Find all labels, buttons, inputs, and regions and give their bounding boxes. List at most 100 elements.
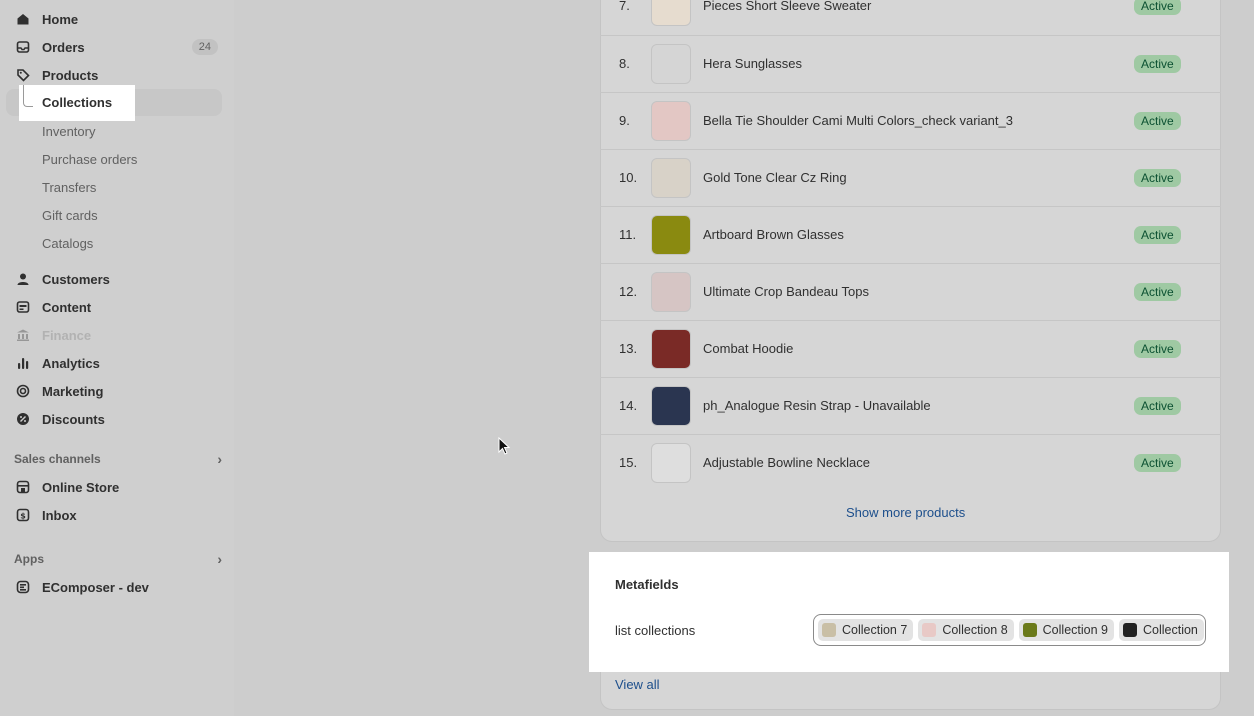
status-badge: Active (1134, 340, 1181, 358)
orders-count-badge: 24 (191, 39, 218, 55)
product-thumbnail (651, 158, 691, 198)
nav-catalogs[interactable]: Catalogs (42, 236, 93, 251)
apps-heading: Apps (14, 552, 44, 566)
nav-ecomposer-label: EComposer - dev (42, 579, 149, 595)
tag-icon (16, 68, 30, 82)
nav-analytics[interactable]: Analytics (6, 350, 222, 376)
nav-orders-label: Orders (42, 39, 85, 55)
collection-chip[interactable]: Collection 9 (1018, 619, 1114, 641)
nav-home[interactable]: Home (6, 6, 222, 32)
nav-transfers[interactable]: Transfers (42, 180, 96, 195)
product-name[interactable]: Adjustable Bowline Necklace (703, 455, 870, 470)
bar-chart-icon (16, 356, 30, 370)
product-name[interactable]: Ultimate Crop Bandeau Tops (703, 284, 869, 299)
product-thumbnail (651, 0, 691, 26)
product-name[interactable]: ph_Analogue Resin Strap - Unavailable (703, 398, 931, 413)
metafield-label: list collections (615, 623, 696, 638)
collection-thumbnail-icon (1122, 623, 1137, 637)
collection-chip-label: Collection 7 (842, 623, 908, 637)
collection-chip[interactable]: Collection 7 (818, 619, 914, 641)
content-icon (16, 300, 30, 314)
nav-finance-label: Finance (42, 327, 92, 343)
row-number: 12. (619, 284, 638, 299)
storefront-icon (16, 480, 30, 494)
row-number: 14. (619, 398, 638, 413)
nav-finance[interactable]: Finance (6, 322, 222, 348)
metafields-highlight (589, 552, 1229, 672)
nav-discounts[interactable]: Discounts (6, 406, 222, 432)
nav-online-store[interactable]: Online Store (6, 474, 222, 500)
row-number: 7. (619, 0, 630, 13)
row-number: 8. (619, 56, 630, 71)
mouse-cursor-icon (498, 437, 511, 455)
nav-inbox[interactable]: $ Inbox (6, 502, 222, 528)
nav-products-label: Products (42, 67, 99, 83)
nav-online-store-label: Online Store (42, 479, 120, 495)
product-name[interactable]: Gold Tone Clear Cz Ring (703, 170, 847, 185)
view-all-link[interactable]: View all (615, 677, 660, 692)
table-row[interactable]: 11. Artboard Brown Glasses Active (600, 206, 1221, 263)
apps-header[interactable]: Apps › (14, 551, 222, 567)
tree-connector (23, 85, 33, 107)
nav-marketing-label: Marketing (42, 383, 104, 399)
table-row[interactable]: 14. ph_Analogue Resin Strap - Unavailable… (600, 377, 1221, 434)
metafields-card-footer (600, 672, 1221, 710)
product-name[interactable]: Artboard Brown Glasses (703, 227, 844, 242)
collection-thumbnail-icon (1022, 623, 1037, 637)
collection-chip[interactable]: Collection 8 (918, 619, 1014, 641)
product-name[interactable]: Hera Sunglasses (703, 56, 802, 71)
nav-customers[interactable]: Customers (6, 266, 222, 292)
collection-chip-label: Collection 9 (1042, 623, 1108, 637)
nav-orders[interactable]: Orders 24 (6, 34, 222, 60)
row-number: 15. (619, 455, 638, 470)
product-thumbnail (651, 101, 691, 141)
nav-inventory[interactable]: Inventory (42, 124, 95, 139)
nav-content[interactable]: Content (6, 294, 222, 320)
home-icon (16, 12, 30, 26)
collection-chip-label: Collection 8 (942, 623, 1008, 637)
nav-purchase-orders[interactable]: Purchase orders (42, 152, 137, 167)
sales-channels-header[interactable]: Sales channels › (14, 451, 222, 467)
table-row[interactable]: 12. Ultimate Crop Bandeau Tops Active (600, 263, 1221, 320)
table-row[interactable]: 8. Hera Sunglasses Active (600, 35, 1221, 92)
product-thumbnail (651, 44, 691, 84)
row-number: 13. (619, 341, 638, 356)
nav-content-label: Content (42, 299, 92, 315)
sales-channels-heading: Sales channels (14, 452, 101, 466)
status-badge: Active (1134, 454, 1181, 472)
nav-ecomposer[interactable]: EComposer - dev (6, 574, 222, 600)
show-more-products-link[interactable]: Show more products (846, 505, 965, 520)
collection-chip[interactable]: Collection (1118, 619, 1204, 641)
table-row[interactable]: 9. Bella Tie Shoulder Cami Multi Colors_c… (600, 92, 1221, 149)
nav-collections-label: Collections (42, 95, 113, 110)
ecomposer-app-icon (16, 580, 30, 594)
product-name[interactable]: Combat Hoodie (703, 341, 793, 356)
chevron-right-icon[interactable]: › (217, 451, 222, 467)
collection-thumbnail-icon (922, 623, 937, 637)
table-row[interactable]: 7. Pieces Short Sleeve Sweater Active (600, 0, 1221, 35)
product-thumbnail (651, 215, 691, 255)
person-icon (16, 272, 30, 286)
product-thumbnail (651, 386, 691, 426)
table-row[interactable]: 10. Gold Tone Clear Cz Ring Active (600, 149, 1221, 206)
nav-marketing[interactable]: Marketing (6, 378, 222, 404)
dollar-chat-icon: $ (16, 508, 30, 522)
status-badge: Active (1134, 112, 1181, 130)
nav-collections[interactable]: Collections (19, 85, 135, 121)
nav-gift-cards[interactable]: Gift cards (42, 208, 98, 223)
table-row[interactable]: 15. Adjustable Bowline Necklace Active (600, 434, 1221, 491)
list-collections-field[interactable]: Collection 7 Collection 8 Collection 9 Coll… (813, 614, 1206, 646)
collection-thumbnail-icon (822, 623, 836, 637)
inbox-tray-icon (16, 40, 30, 54)
nav-discounts-label: Discounts (42, 411, 105, 427)
product-name[interactable]: Bella Tie Shoulder Cami Multi Colors_che… (703, 113, 1013, 128)
row-number: 10. (619, 170, 638, 185)
product-name[interactable]: Pieces Short Sleeve Sweater (703, 0, 871, 13)
sidebar: Home Orders 24 Products Collections Inve… (0, 0, 234, 716)
status-badge: Active (1134, 55, 1181, 73)
status-badge: Active (1134, 226, 1181, 244)
chevron-right-icon[interactable]: › (217, 551, 222, 567)
table-row[interactable]: 13. Combat Hoodie Active (600, 320, 1221, 377)
status-badge: Active (1134, 283, 1181, 301)
collection-chip-label: Collection (1142, 623, 1198, 637)
